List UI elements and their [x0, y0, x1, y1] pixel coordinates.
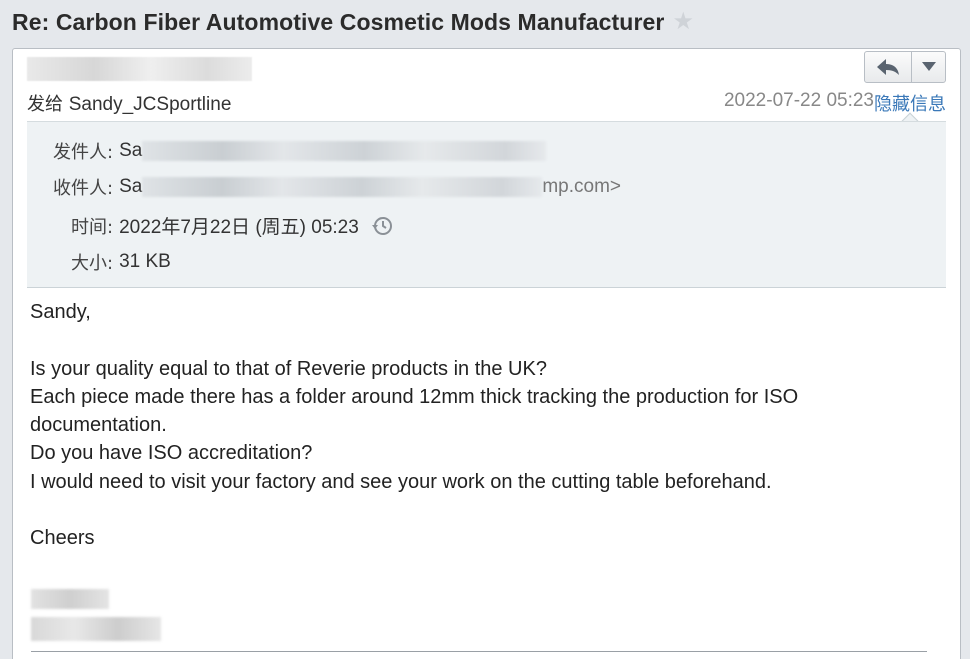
email-subject: Re: Carbon Fiber Automotive Cosmetic Mod… — [12, 8, 665, 35]
from-value: Sa — [119, 140, 143, 161]
message-body: Sandy, Is your quality equal to that of … — [30, 298, 940, 553]
chevron-down-icon — [921, 62, 936, 71]
greeting: Sandy, — [30, 301, 91, 323]
message-actions — [864, 51, 946, 83]
size-label: 大小: — [71, 253, 114, 274]
time-value: 2022年7月22日 (周五) 05:23 — [119, 217, 359, 238]
message-date: 2022-07-22 05:23 — [723, 90, 874, 111]
body-line: Each piece made there has a folder aroun… — [30, 385, 799, 437]
body-line: Do you have ISO accreditation? — [30, 442, 313, 465]
from-value-redacted — [142, 141, 547, 161]
to-row: 收件人: Sa mp.com> — [53, 174, 621, 200]
from-label: 发件人: — [53, 142, 114, 163]
sender-name-redacted: S — [27, 57, 252, 81]
signature-redacted-1 — [31, 589, 109, 609]
body-line: Is your quality equal to that of Reverie… — [30, 357, 547, 380]
send-to-name: Sandy_JCSportline — [68, 94, 232, 115]
subject-bar: Re: Carbon Fiber Automotive Cosmetic Mod… — [0, 0, 970, 44]
send-to-prefix: 发给 — [27, 94, 63, 115]
star-icon[interactable]: ★ — [672, 10, 694, 34]
from-row: 发件人: Sa — [53, 138, 547, 164]
size-row: 大小: 31 KB — [71, 249, 171, 275]
time-row: 时间: 2022年7月22日 (周五) 05:23 — [71, 212, 393, 239]
reply-button[interactable] — [865, 52, 911, 82]
body-line: I would need to visit your factory and s… — [30, 470, 772, 493]
to-label: 收件人: — [53, 178, 114, 199]
reply-icon — [877, 59, 899, 75]
size-value: 31 KB — [119, 251, 171, 272]
divider — [31, 651, 927, 652]
more-button[interactable] — [911, 52, 945, 82]
email-card: S 发给 Sandy_JCSportline 2022-07-22 05:23 … — [12, 48, 961, 659]
time-label: 时间: — [71, 216, 114, 238]
to-value-suffix: mp.com> — [542, 176, 621, 197]
to-value-redacted — [142, 177, 543, 197]
history-icon[interactable] — [371, 215, 393, 237]
message-details-panel: 发件人: Sa 收件人: Sa mp.com> 时间: 2022年7月22日 (… — [27, 121, 946, 288]
to-value: Sa — [119, 176, 143, 197]
signature-redacted-2 — [31, 617, 161, 641]
signoff: Cheers — [30, 527, 95, 550]
send-to-line: 发给 Sandy_JCSportline — [27, 90, 231, 116]
